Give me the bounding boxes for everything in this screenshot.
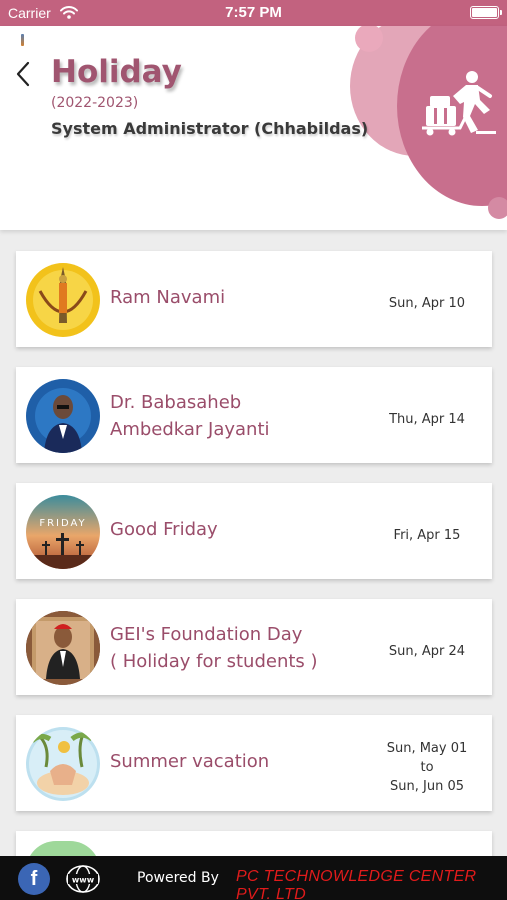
holiday-name-line2: Ambedkar Jayanti: [110, 419, 270, 440]
holiday-avatar: [26, 727, 100, 801]
holiday-date: Thu, Apr 14: [389, 412, 465, 427]
svg-text:www: www: [72, 876, 95, 885]
person-pushing-luggage-icon: [422, 71, 496, 136]
holiday-avatar: FRIDAY: [26, 495, 100, 569]
holiday-avatar: [26, 263, 100, 337]
holiday-card[interactable]: Ram Navami Sun, Apr 10: [16, 251, 492, 347]
clock: 7:57 PM: [225, 4, 282, 21]
company-name[interactable]: PC TECHNOWLEDGE CENTER PVT. LTD: [236, 868, 507, 900]
academic-year: (2022-2023): [51, 95, 139, 111]
friday-banner-text: FRIDAY: [39, 518, 86, 529]
holiday-card[interactable]: Dr. Babasaheb Ambedkar Jayanti Thu, Apr …: [16, 367, 492, 463]
holiday-card[interactable]: FRIDAY Good Friday Fri, Apr 15: [16, 483, 492, 579]
holiday-name-line1: GEI's Foundation Day: [110, 624, 303, 645]
holiday-date: Sun, Apr 10: [388, 296, 466, 311]
user-name: System Administrator (Chhabildas): [51, 119, 369, 138]
holiday-name-line2: ( Holiday for students ): [110, 651, 318, 672]
holiday-name-line1: Dr. Babasaheb: [110, 392, 242, 413]
website-globe-icon[interactable]: www: [64, 864, 102, 894]
page-title: Holiday: [51, 54, 182, 90]
holiday-name: Good Friday: [110, 519, 218, 540]
holiday-card[interactable]: GEI's Foundation Day ( Holiday for stude…: [16, 599, 492, 695]
powered-by-label: Powered By: [137, 870, 219, 886]
holiday-name: Ram Navami: [110, 287, 226, 308]
holiday-date-separator: to: [420, 760, 434, 775]
holiday-date: Sun, Apr 24: [388, 644, 466, 659]
holiday-avatar: [26, 611, 100, 685]
holiday-date-end: Sun, Jun 05: [390, 779, 464, 794]
holiday-card[interactable]: Summer vacation Sun, May 01 to Sun, Jun …: [16, 715, 492, 811]
status-bar: Carrier 7:57 PM: [0, 0, 507, 26]
holiday-avatar: [26, 379, 100, 453]
page-header: Holiday (2022-2023) System Administrator…: [0, 26, 507, 230]
back-button[interactable]: [13, 60, 33, 88]
holiday-name: Summer vacation: [110, 751, 270, 772]
holiday-date: Fri, Apr 15: [393, 528, 461, 543]
facebook-icon[interactable]: f: [18, 863, 50, 895]
battery-icon: [470, 6, 502, 19]
holiday-date-start: Sun, May 01: [386, 741, 468, 756]
decorative-circle: [488, 197, 507, 219]
footer-bar: f www Powered By PC TECHNOWLEDGE CENTER …: [0, 856, 507, 900]
app-logo-mark: [21, 34, 24, 46]
